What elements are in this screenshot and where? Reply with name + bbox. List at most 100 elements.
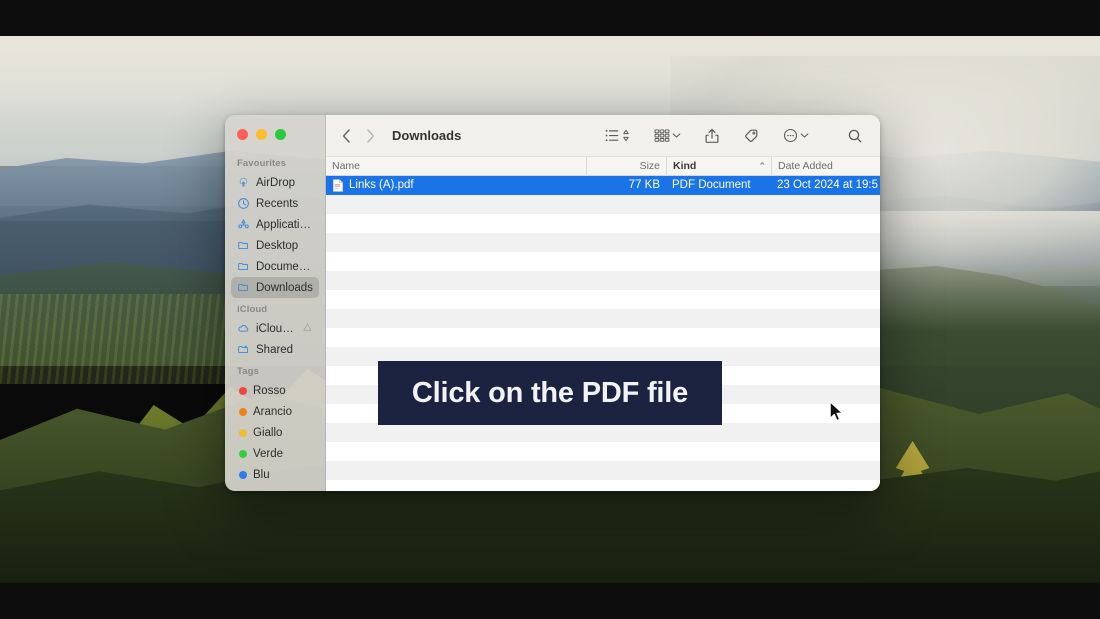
- sidebar-item-recents[interactable]: Recents: [231, 193, 319, 214]
- sidebar-tag-giallo[interactable]: Giallo: [231, 422, 319, 443]
- minimize-button[interactable]: [256, 129, 267, 140]
- empty-row[interactable]: [326, 290, 880, 309]
- empty-row[interactable]: [326, 328, 880, 347]
- search-icon: [848, 129, 862, 142]
- empty-row[interactable]: [326, 233, 880, 252]
- tag-dot-icon: [239, 449, 247, 458]
- finder-main-pane: Downloads Name Size Kind ⌃ Date Added Li…: [326, 115, 880, 491]
- column-header-kind[interactable]: Kind ⌃: [666, 156, 771, 176]
- sidebar-item-downloads[interactable]: Downloads: [231, 277, 319, 298]
- view-options-button[interactable]: [600, 124, 635, 148]
- sidebar-tag-blu[interactable]: Blu: [231, 464, 319, 485]
- sidebar-item-label: Applicatio…: [256, 218, 313, 231]
- sidebar-section-favourites: Favourites: [237, 158, 287, 169]
- instruction-callout-text: Click on the PDF file: [411, 376, 689, 409]
- file-list[interactable]: Links (A).pdf 77 KB PDF Document 23 Oct …: [326, 176, 880, 491]
- empty-row[interactable]: [326, 271, 880, 290]
- letterbox-top: [0, 0, 1100, 36]
- file-kind-cell: PDF Document: [672, 179, 751, 191]
- instruction-callout: Click on the PDF file: [378, 361, 722, 425]
- sidebar-tag-verde[interactable]: Verde: [231, 443, 319, 464]
- updown-chevrons-icon: [623, 129, 629, 142]
- tag-dot-icon: [239, 407, 247, 416]
- grid-view-icon: [654, 129, 670, 142]
- tag-dot-icon: [239, 386, 247, 395]
- empty-row[interactable]: [326, 195, 880, 214]
- sidebar-item-documents[interactable]: Documents: [231, 256, 319, 277]
- finder-sidebar: Favourites AirDrop Recents Applicatio… D…: [225, 115, 326, 491]
- tag-icon: [745, 129, 758, 142]
- group-by-button[interactable]: [649, 124, 686, 148]
- airdrop-icon: [237, 176, 250, 189]
- sidebar-section-tags: Tags: [237, 366, 259, 377]
- tag-dot-icon: [239, 470, 247, 479]
- cloud-icon: [237, 322, 250, 335]
- pdf-file-icon: [333, 179, 343, 192]
- sidebar-item-label: Giallo: [253, 426, 283, 439]
- share-icon: [705, 128, 719, 143]
- empty-row[interactable]: [326, 442, 880, 461]
- window-title: Downloads: [392, 128, 462, 143]
- column-header-kind-label: Kind: [673, 159, 697, 172]
- arrow-cursor: [829, 401, 844, 428]
- sidebar-item-applications[interactable]: Applicatio…: [231, 214, 319, 235]
- share-button[interactable]: [700, 124, 724, 148]
- ellipsis-circle-icon: [783, 128, 798, 143]
- folder-icon: [237, 239, 250, 252]
- sidebar-item-label: iCloud…: [256, 322, 296, 335]
- screen: Favourites AirDrop Recents Applicatio… D…: [0, 0, 1100, 619]
- clock-icon: [237, 197, 250, 210]
- empty-row[interactable]: [326, 252, 880, 271]
- file-date-added-cell: 23 Oct 2024 at 19:5: [777, 179, 879, 191]
- tags-button[interactable]: [738, 124, 764, 148]
- sidebar-item-label: Desktop: [256, 239, 299, 252]
- shared-folder-icon: [237, 343, 250, 356]
- window-controls: [237, 129, 286, 140]
- sidebar-item-icloud-drive[interactable]: iCloud…: [231, 318, 319, 339]
- maximize-button[interactable]: [275, 129, 286, 140]
- sidebar-item-label: Documents: [256, 260, 313, 273]
- sidebar-item-label: Recents: [256, 197, 299, 210]
- search-button[interactable]: [842, 124, 868, 148]
- letterbox-bottom: [0, 583, 1100, 619]
- sidebar-item-label: Blu: [253, 468, 270, 481]
- sidebar-section-icloud: iCloud: [237, 304, 268, 315]
- tag-dot-icon: [239, 428, 247, 437]
- file-name-cell: Links (A).pdf: [326, 176, 586, 195]
- table-row[interactable]: Links (A).pdf 77 KB PDF Document 23 Oct …: [326, 176, 880, 195]
- close-button[interactable]: [237, 129, 248, 140]
- folder-icon: [237, 260, 250, 273]
- sidebar-item-shared[interactable]: Shared: [231, 339, 319, 360]
- column-header-size[interactable]: Size: [586, 156, 666, 176]
- column-header-date-added[interactable]: Date Added: [771, 156, 880, 176]
- warning-icon: [302, 322, 313, 336]
- more-actions-button[interactable]: [778, 124, 814, 148]
- sidebar-item-desktop[interactable]: Desktop: [231, 235, 319, 256]
- empty-row[interactable]: [326, 214, 880, 233]
- sidebar-item-label: AirDrop: [256, 176, 295, 189]
- wallpaper-vineyard: [0, 294, 230, 384]
- folder-icon: [237, 281, 250, 294]
- sidebar-tag-arancio[interactable]: Arancio: [231, 401, 319, 422]
- sidebar-item-label: Downloads: [256, 281, 313, 294]
- finder-toolbar: Downloads: [326, 115, 880, 157]
- back-button[interactable]: [334, 124, 358, 148]
- file-list-header: Name Size Kind ⌃ Date Added: [326, 156, 880, 176]
- sidebar-item-label: Verde: [253, 447, 284, 460]
- column-header-name[interactable]: Name: [326, 157, 586, 176]
- empty-row[interactable]: [326, 461, 880, 480]
- sidebar-item-label: Shared: [256, 343, 294, 356]
- sidebar-item-airdrop[interactable]: AirDrop: [231, 172, 319, 193]
- chevron-down-icon: [800, 133, 809, 138]
- applications-icon: [237, 218, 250, 231]
- empty-row[interactable]: [326, 309, 880, 328]
- finder-window[interactable]: Favourites AirDrop Recents Applicatio… D…: [225, 115, 880, 491]
- empty-row[interactable]: [326, 423, 880, 442]
- sidebar-item-label: Arancio: [253, 405, 292, 418]
- sidebar-item-label: Rosso: [253, 384, 286, 397]
- chevron-down-icon: [672, 133, 681, 138]
- forward-button[interactable]: [358, 124, 382, 148]
- file-size-cell: 77 KB: [628, 179, 660, 191]
- list-view-icon: [605, 129, 619, 142]
- sidebar-tag-rosso[interactable]: Rosso: [231, 380, 319, 401]
